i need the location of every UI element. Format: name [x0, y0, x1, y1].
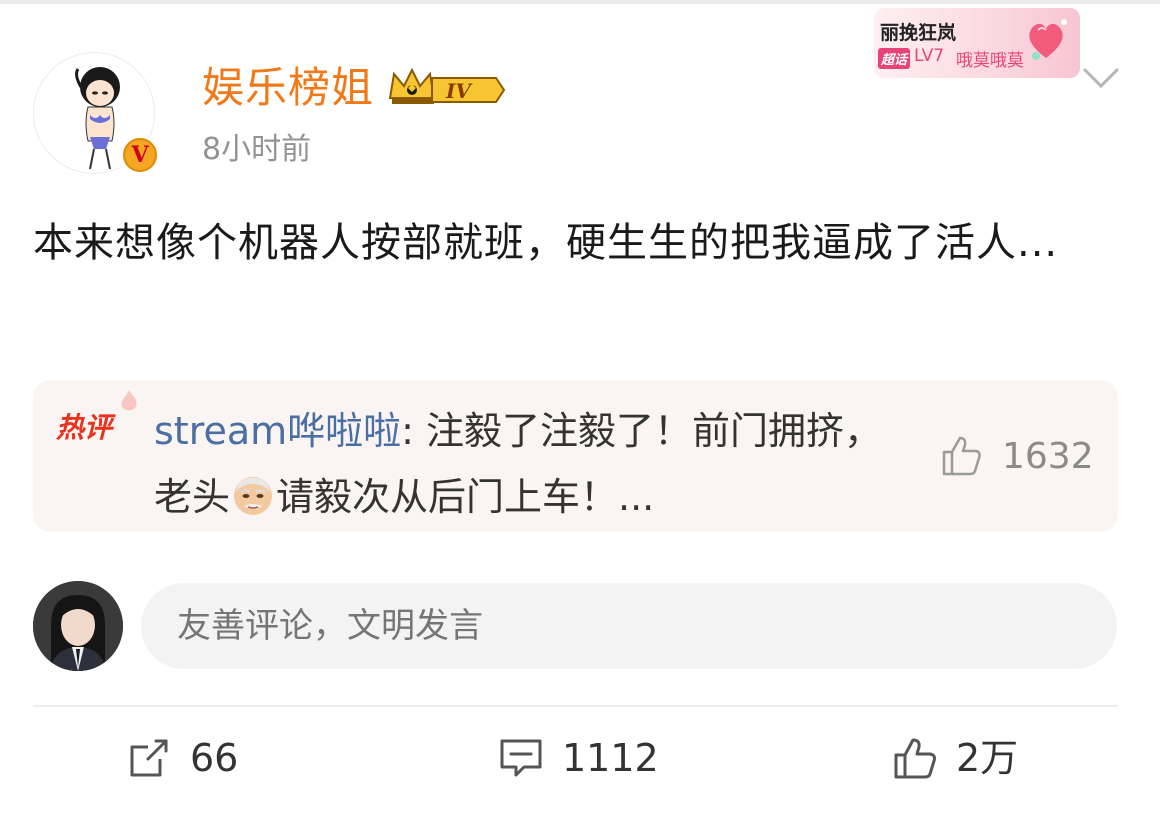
old-man-emoji-icon [234, 477, 273, 515]
hot-comment-user[interactable]: stream哗啦啦 [154, 409, 401, 453]
like-count: 2万 [956, 736, 1019, 780]
comment-button[interactable]: 1112 [498, 730, 659, 786]
heart-decoration-icon [1029, 19, 1067, 60]
super-topic-tag: 超话 [878, 48, 911, 69]
hot-comment-body-end: 请毅次从后门上车！... [276, 475, 655, 519]
share-count: 66 [190, 736, 239, 780]
post-timestamp: 8小时前 [202, 132, 312, 167]
thumbs-up-icon[interactable] [940, 434, 984, 478]
my-avatar[interactable] [33, 581, 123, 671]
hot-comment-like-count: 1632 [1002, 436, 1094, 477]
thumbs-up-icon [894, 738, 936, 779]
author-name[interactable]: 娱乐榜姐 [202, 60, 374, 116]
share-icon [130, 739, 168, 777]
flame-icon [121, 390, 137, 411]
share-button[interactable]: 66 [126, 730, 238, 786]
hot-comment-label: 热评 [56, 411, 113, 444]
crown-level-badge[interactable]: IV [388, 64, 508, 110]
chevron-down-icon[interactable] [1082, 62, 1120, 92]
comment-count: 1112 [562, 736, 659, 780]
level-badge-text: IV [445, 79, 473, 103]
hot-comment-text: stream哗啦啦: 注毅了注毅了！前门拥挤，老头 请毅次从后门上车！... [154, 398, 894, 530]
action-bar-divider [33, 705, 1118, 707]
super-topic-fan-card[interactable]: 丽挽狂岚 超话 LV7 哦莫哦莫 [874, 8, 1080, 78]
fan-card-level: LV7 [914, 46, 945, 66]
comment-input[interactable] [141, 583, 1117, 669]
verified-v-icon: V [119, 134, 161, 176]
author-avatar[interactable]: V [33, 52, 161, 176]
top-divider [0, 0, 1160, 4]
comment-icon [500, 739, 542, 777]
fan-card-title: 丽挽狂岚 [880, 22, 957, 44]
like-button[interactable]: 2万 [892, 730, 1018, 786]
fan-card-name: 哦莫哦莫 [956, 51, 1024, 71]
post-content: 本来想像个机器人按部就班，硬生生的把我逼成了活人... [33, 220, 1059, 266]
